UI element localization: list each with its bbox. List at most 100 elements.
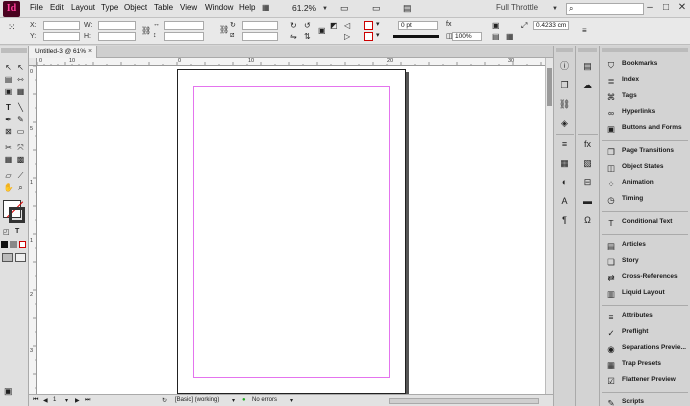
scrollbar-thumb[interactable]: [547, 68, 552, 106]
panel-timing[interactable]: ◷ Timing: [603, 193, 689, 208]
glyphs-icon[interactable]: Ω: [581, 214, 594, 227]
panel-grip[interactable]: [1, 48, 27, 53]
constrain-scale-icon[interactable]: ⛓: [219, 25, 229, 34]
pages-icon[interactable]: ❐: [558, 79, 571, 92]
pasteboard[interactable]: [37, 66, 545, 394]
panel-attributes[interactable]: ≡ Attributes: [603, 310, 689, 325]
color-icon[interactable]: ◐: [558, 176, 571, 189]
character-styles-icon[interactable]: A: [558, 195, 571, 208]
cc-libraries-icon[interactable]: ☁: [581, 79, 594, 92]
menu-object[interactable]: Object: [124, 3, 147, 12]
line-tool-icon[interactable]: ╲: [15, 102, 26, 113]
direct-selection-tool-icon[interactable]: ↖: [15, 62, 26, 73]
frame-fitting-icon[interactable]: ▤: [492, 32, 500, 41]
gradient-icon[interactable]: ▬: [581, 195, 594, 208]
shear-field[interactable]: [242, 32, 278, 41]
y-field[interactable]: [43, 32, 80, 41]
panel-conditional-text[interactable]: T Conditional Text: [603, 216, 689, 231]
stroke-box[interactable]: [9, 207, 25, 223]
chevron-down-icon[interactable]: ▾: [232, 397, 235, 404]
fill-frame-icon[interactable]: ▦: [506, 32, 514, 41]
horizontal-ruler[interactable]: 0 10 0 10 20 30: [37, 58, 545, 66]
properties-icon[interactable]: ▤: [581, 60, 594, 73]
panel-index[interactable]: ≣ Index: [603, 74, 689, 89]
stroke-type-swatch[interactable]: [393, 35, 439, 38]
offset-field[interactable]: 0.4233 cm: [533, 21, 569, 30]
scale-y-field[interactable]: [164, 32, 204, 41]
info-icon[interactable]: ⓘ: [558, 60, 571, 73]
close-button[interactable]: ✕: [675, 1, 689, 15]
apply-color-icon[interactable]: [1, 241, 8, 248]
screen-mode-icon[interactable]: ▭: [372, 3, 381, 14]
stroke-weight-field[interactable]: 0 pt: [398, 21, 438, 30]
rotate-cw-icon[interactable]: ↻: [290, 21, 297, 30]
menu-edit[interactable]: Edit: [50, 3, 64, 12]
chevron-down-icon[interactable]: ▼: [552, 6, 558, 12]
page-number[interactable]: 1: [53, 397, 56, 403]
hand-tool-icon[interactable]: ✋: [3, 182, 14, 193]
last-page-icon[interactable]: ⏭: [85, 397, 90, 404]
free-transform-tool-icon[interactable]: ⤧: [15, 142, 26, 153]
pencil-tool-icon[interactable]: ✎: [15, 114, 26, 125]
view-options-icon[interactable]: ▭: [340, 3, 349, 14]
select-container-icon[interactable]: ▣: [318, 26, 326, 35]
panel-animation[interactable]: ⁘ Animation: [603, 177, 689, 192]
zoom-tool-icon[interactable]: ⌕: [15, 182, 26, 193]
scale-x-field[interactable]: [164, 21, 204, 30]
panel-collapse-icon[interactable]: ▣: [4, 386, 13, 397]
menu-type[interactable]: Type: [101, 3, 118, 12]
panel-buttons-and-forms[interactable]: ▣ Buttons and Forms: [603, 122, 689, 137]
panel-grip[interactable]: [578, 48, 597, 52]
normal-view-icon[interactable]: [2, 253, 13, 262]
select-content-icon[interactable]: ◩: [330, 21, 338, 30]
chevron-down-icon[interactable]: ▾: [376, 20, 380, 28]
stroke-swatch[interactable]: [364, 32, 373, 41]
page-tool-icon[interactable]: ▤: [3, 74, 14, 85]
help-search-input[interactable]: ⌕: [566, 3, 644, 15]
effects-icon[interactable]: fx: [581, 138, 594, 151]
next-page-icon[interactable]: ▶: [75, 397, 80, 404]
panel-menu-icon[interactable]: ≡: [582, 26, 587, 35]
menu-file[interactable]: File: [30, 3, 43, 12]
auto-fit-icon[interactable]: ⤢: [521, 21, 527, 31]
apply-gradient-icon[interactable]: [10, 241, 17, 248]
vertical-scrollbar[interactable]: [545, 58, 553, 394]
gradient-feather-tool-icon[interactable]: ▩: [15, 154, 26, 165]
chevron-down-icon[interactable]: ▾: [65, 397, 68, 404]
flip-horizontal-icon[interactable]: ⇋: [290, 32, 297, 41]
rectangle-tool-icon[interactable]: ▭: [15, 126, 26, 137]
fill-swatch[interactable]: [364, 21, 373, 30]
links-icon[interactable]: ⛓: [558, 98, 571, 111]
arrange-documents-icon[interactable]: ▤: [403, 3, 412, 14]
close-tab-icon[interactable]: ×: [88, 46, 92, 58]
previous-page-icon[interactable]: ◀: [43, 397, 48, 404]
panel-hyperlinks[interactable]: ∞ Hyperlinks: [603, 106, 689, 121]
paragraph-styles-icon[interactable]: ¶: [558, 214, 571, 227]
panel-preflight[interactable]: ✓ Preflight: [603, 326, 689, 341]
constrain-proportions-icon[interactable]: ⛓: [141, 26, 151, 35]
menu-help[interactable]: Help: [239, 3, 255, 12]
content-collector-tool-icon[interactable]: ▣: [3, 86, 14, 97]
stroke-icon[interactable]: ≡: [558, 138, 571, 151]
panel-separations-preview[interactable]: ◉ Separations Previe...: [603, 342, 689, 357]
width-field[interactable]: [98, 21, 136, 30]
panel-object-states[interactable]: ◫ Object States: [603, 161, 689, 176]
content-placer-tool-icon[interactable]: ▦: [15, 86, 26, 97]
first-page-icon[interactable]: ⏮: [33, 397, 38, 404]
pen-tool-icon[interactable]: ✒: [3, 114, 14, 125]
preview-mode-icon[interactable]: [15, 253, 26, 262]
document-page[interactable]: [177, 69, 406, 394]
panel-flattener-preview[interactable]: ☑ Flattener Preview: [603, 374, 689, 389]
panel-grip[interactable]: [602, 48, 688, 52]
select-next-icon[interactable]: ▷: [344, 32, 350, 41]
preflight-status[interactable]: No errors: [252, 397, 277, 403]
bridge-icon[interactable]: ▦: [262, 3, 270, 12]
chevron-down-icon[interactable]: ▼: [322, 6, 328, 12]
panel-tags[interactable]: ⌘ Tags: [603, 90, 689, 105]
text-wrap-icon[interactable]: ▧: [581, 157, 594, 170]
layers-icon[interactable]: ◈: [558, 117, 571, 130]
select-previous-icon[interactable]: ◁: [344, 21, 350, 30]
panel-liquid-layout[interactable]: ▥ Liquid Layout: [603, 287, 689, 302]
eyedropper-tool-icon[interactable]: ⟋: [15, 170, 26, 181]
effects-icon[interactable]: fx: [446, 21, 451, 28]
